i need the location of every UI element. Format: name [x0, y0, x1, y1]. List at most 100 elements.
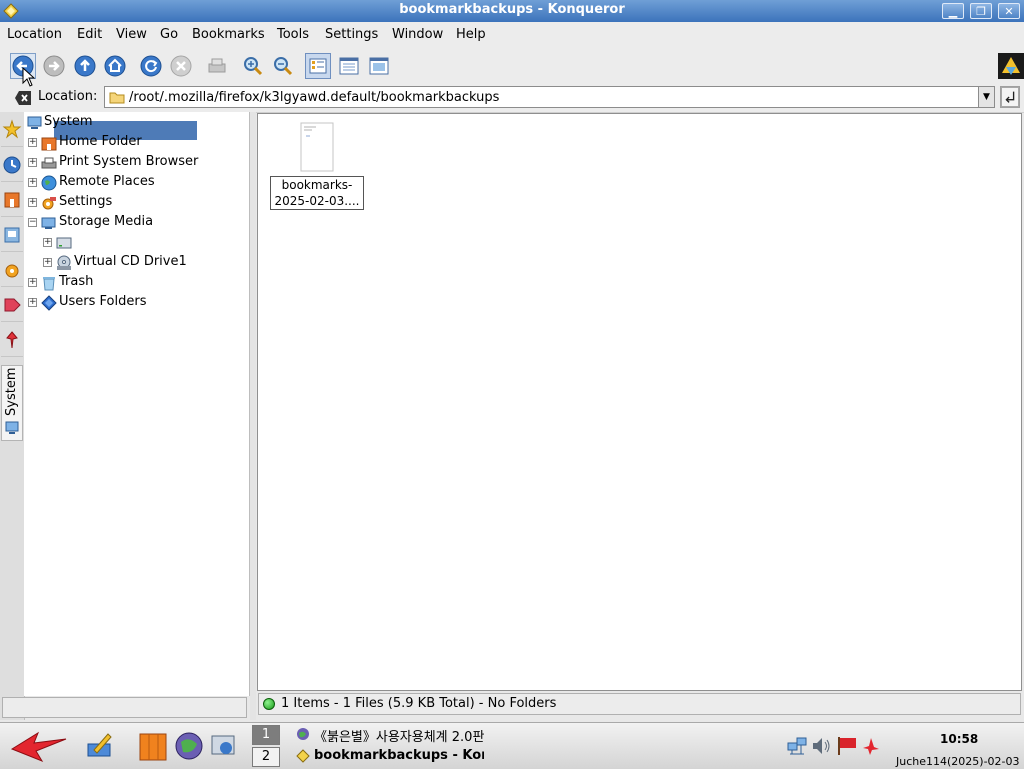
computer-icon — [27, 116, 42, 129]
pin-tab-icon[interactable] — [1, 324, 23, 357]
task-label: bookmarkbackups - Konqueror — [314, 748, 484, 763]
close-icon: ✕ — [1004, 5, 1014, 18]
settings-app-icon[interactable] — [208, 730, 240, 762]
redstar-tray-icon[interactable] — [860, 735, 882, 757]
computer-tab-icon — [5, 421, 19, 434]
reload-icon[interactable] — [138, 53, 164, 79]
file-name-label: bookmarks- 2025-02-03.... — [270, 176, 364, 210]
desktop-1-label: 1 — [261, 727, 271, 742]
window-title: bookmarkbackups - Konqueror — [399, 2, 625, 17]
print-icon[interactable] — [204, 53, 230, 79]
menu-tools[interactable]: Tools — [277, 27, 309, 42]
go-button[interactable] — [1000, 86, 1020, 108]
tree-label-print-system-browser: Print System Browser — [59, 154, 199, 169]
desktop-1-button[interactable]: 1 — [252, 725, 280, 745]
pane-splitter[interactable] — [250, 112, 256, 720]
konqueror-small-icon — [296, 749, 310, 763]
menu-window[interactable]: Window — [392, 27, 443, 42]
hard-disk-icon — [56, 237, 72, 249]
location-input[interactable]: /root/.mozilla/firefox/k3lgyawd.default/… — [104, 86, 979, 108]
history-tab-icon[interactable] — [1, 149, 23, 182]
clear-location-icon[interactable] — [14, 90, 32, 106]
services-tab-icon[interactable] — [1, 254, 23, 287]
flag-tray-icon[interactable] — [836, 735, 858, 757]
file-name-line-2: 2025-02-03.... — [274, 194, 360, 208]
menu-edit[interactable]: Edit — [77, 27, 102, 42]
tags-tab-icon[interactable] — [1, 289, 23, 322]
stop-icon[interactable] — [168, 53, 194, 79]
network-tray-icon[interactable] — [786, 735, 808, 757]
icon-view-icon[interactable] — [305, 53, 331, 79]
navigation-tree — [24, 112, 250, 696]
expand-icon[interactable]: + — [43, 238, 52, 247]
expand-icon[interactable]: + — [28, 298, 37, 307]
forward-icon[interactable] — [41, 53, 67, 79]
expand-icon[interactable]: + — [43, 258, 52, 267]
menu-settings[interactable]: Settings — [325, 27, 378, 42]
expand-icon[interactable]: + — [28, 158, 37, 167]
expand-icon[interactable]: + — [28, 278, 37, 287]
expand-icon[interactable]: + — [28, 138, 37, 147]
desktop-2-button[interactable]: 2 — [252, 747, 280, 767]
file-item[interactable]: bookmarks- 2025-02-03.... — [270, 122, 366, 212]
file-name-line-1: bookmarks- — [281, 178, 353, 192]
file-manager-icon[interactable] — [138, 730, 170, 762]
network-tab-icon[interactable] — [1, 219, 23, 252]
web-browser-icon[interactable] — [173, 730, 205, 762]
redstar-menu-icon[interactable] — [8, 727, 70, 765]
home-tab-icon[interactable] — [1, 184, 23, 217]
task-redstar-manual[interactable]: 《붉은별》사용자용체계 2.0판 — [294, 725, 484, 745]
volume-tray-icon[interactable] — [810, 735, 832, 757]
zoom-in-icon[interactable] — [240, 53, 266, 79]
trash-icon — [43, 277, 55, 291]
tree-label-home-folder: Home Folder — [59, 134, 142, 149]
document-editor-icon[interactable] — [84, 730, 116, 762]
storage-media-icon — [41, 217, 56, 229]
detailed-view-icon[interactable] — [336, 53, 362, 79]
minimize-button[interactable]: ▁ — [942, 3, 964, 19]
tree-label-redstar: RedStar — [74, 234, 126, 249]
menu-view[interactable]: View — [116, 27, 147, 42]
bookmarks-tab-icon[interactable] — [1, 114, 23, 147]
home-folder-icon — [41, 137, 57, 151]
konqueror-throbber-icon — [998, 53, 1024, 79]
maximize-icon: ❐ — [976, 5, 986, 18]
zoom-out-icon[interactable] — [270, 53, 296, 79]
menu-location[interactable]: Location — [7, 27, 62, 42]
task-konqueror[interactable]: bookmarkbackups - Konqueror — [294, 747, 484, 767]
maximize-button[interactable]: ❐ — [970, 3, 992, 19]
tree-label-virtual-cd-drive1: Virtual CD Drive1 — [74, 254, 187, 269]
tree-label-system: System — [44, 114, 93, 129]
tree-label-trash: Trash — [59, 274, 94, 289]
sidebar-status-bar — [2, 697, 247, 718]
taskbar: 1 2 《붉은별》사용자용체계 2.0판 bookmarkbackups - K… — [0, 722, 1024, 769]
task-label: 《붉은별》사용자용체계 2.0판 — [314, 730, 484, 745]
main-toolbar — [0, 48, 1024, 85]
tree-label-settings: Settings — [59, 194, 113, 209]
printer-icon — [41, 157, 57, 169]
menu-help[interactable]: Help — [456, 27, 486, 42]
expand-icon[interactable]: + — [28, 198, 37, 207]
sidebar-tab-system[interactable]: System — [1, 365, 23, 441]
clock[interactable]: 10:58 — [940, 732, 978, 746]
expand-icon[interactable]: + — [28, 178, 37, 187]
tree-label-remote-places: Remote Places — [59, 174, 155, 189]
menu-bookmarks[interactable]: Bookmarks — [192, 27, 265, 42]
tree-label-users-folders: Users Folders — [59, 294, 147, 309]
status-bar: 1 Items - 1 Files (5.9 KB Total) - No Fo… — [258, 693, 1021, 715]
window-titlebar[interactable]: bookmarkbackups - Konqueror ▁ ❐ ✕ — [0, 0, 1024, 22]
home-icon[interactable] — [102, 53, 128, 79]
location-url: /root/.mozilla/firefox/k3lgyawd.default/… — [129, 90, 500, 105]
location-bar: Location: /root/.mozilla/firefox/k3lgyaw… — [0, 84, 1024, 113]
users-folder-icon — [41, 295, 57, 311]
sidebar-tabs: System — [0, 112, 25, 720]
collapse-icon[interactable]: − — [28, 218, 37, 227]
up-icon[interactable] — [72, 53, 98, 79]
menu-go[interactable]: Go — [160, 27, 178, 42]
close-button[interactable]: ✕ — [998, 3, 1020, 19]
preview-view-icon[interactable] — [366, 53, 392, 79]
file-view[interactable]: bookmarks- 2025-02-03.... — [257, 113, 1022, 691]
globe-icon — [41, 175, 57, 191]
location-dropdown-button[interactable]: ▼ — [979, 86, 995, 108]
menu-bar: Location Edit View Go Bookmarks Tools Se… — [0, 22, 1024, 49]
